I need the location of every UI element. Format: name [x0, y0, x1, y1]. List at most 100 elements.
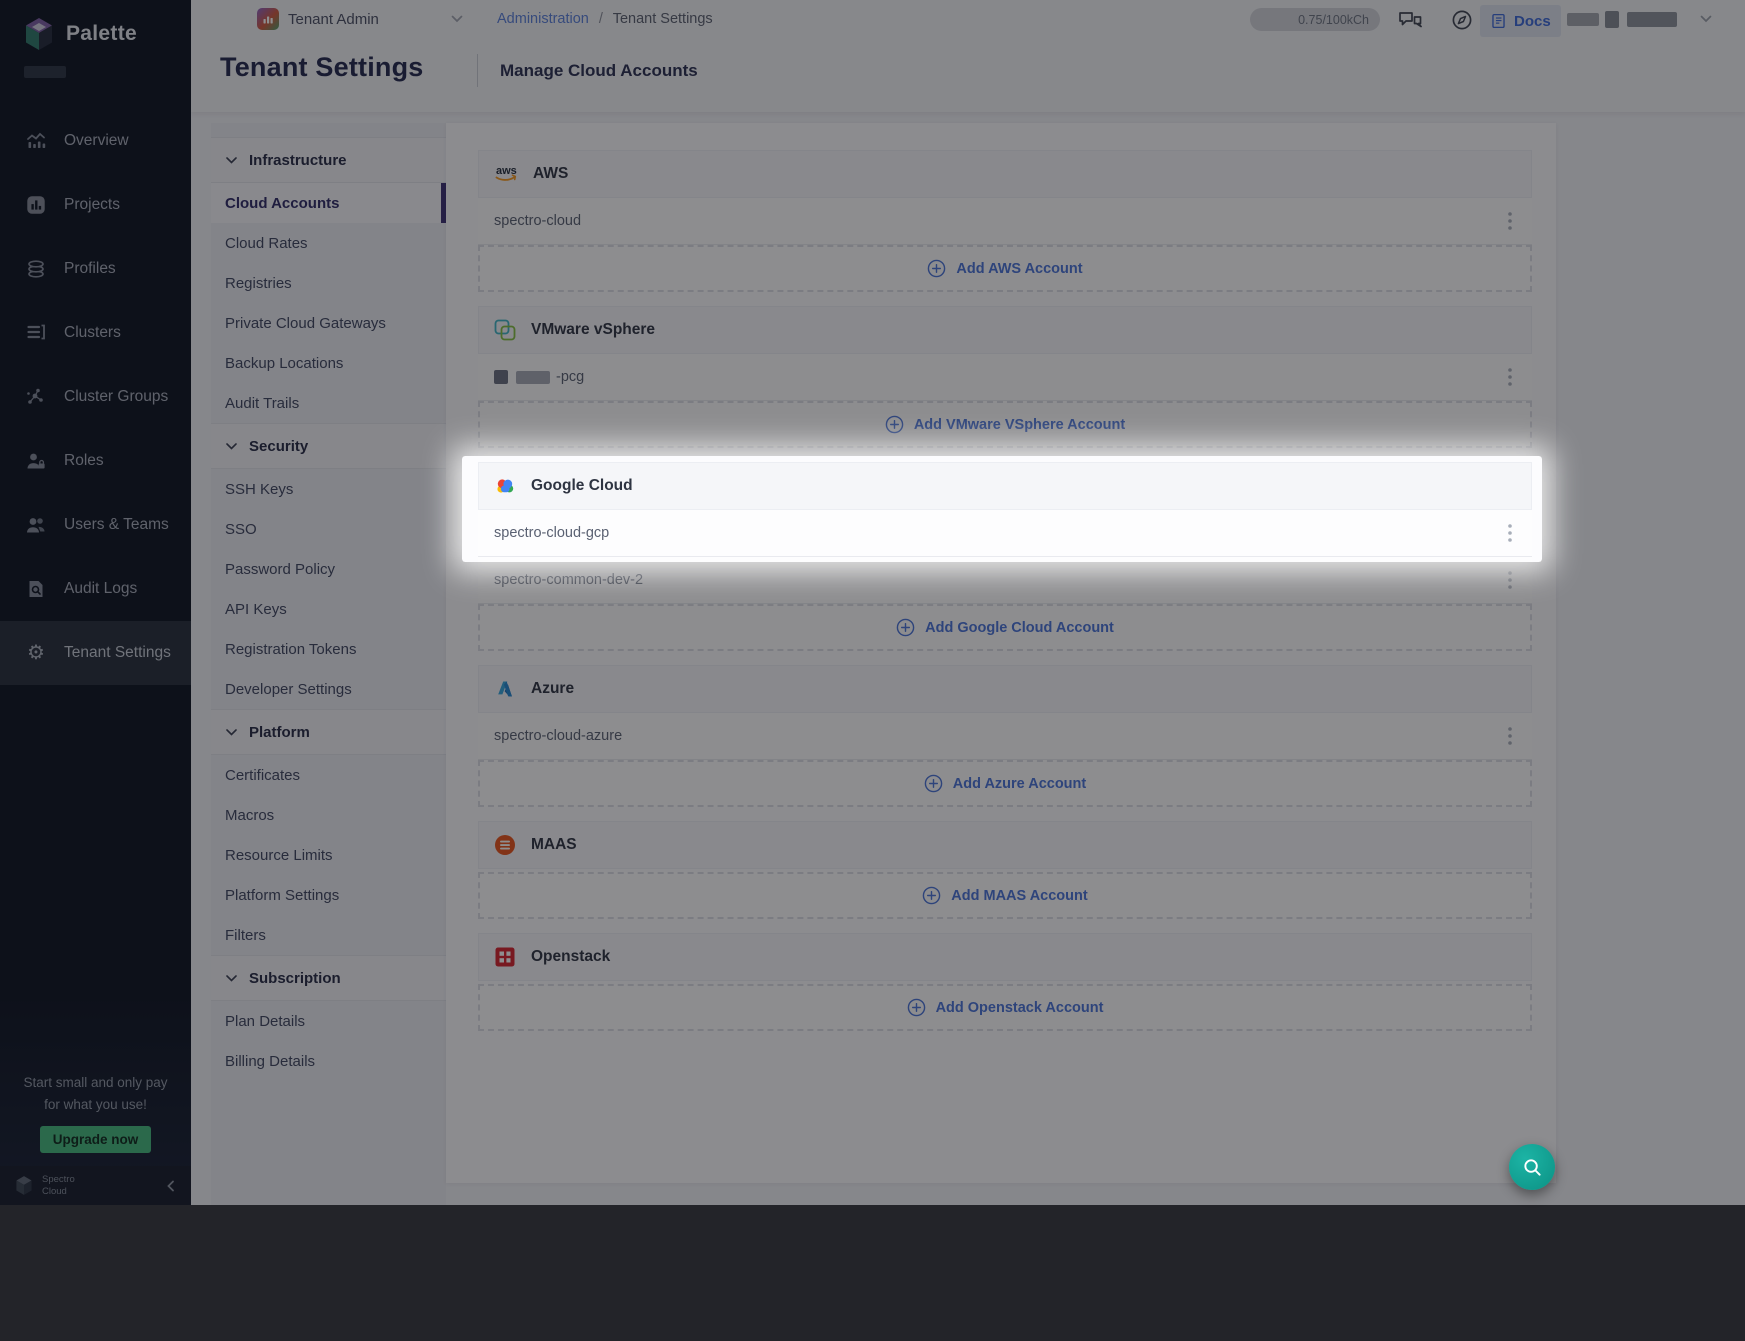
gear-icon: ⚙ — [24, 641, 48, 665]
account-row[interactable]: spectro-cloud — [478, 198, 1532, 245]
sidebar-item-overview[interactable]: Overview — [0, 109, 191, 173]
chevron-down-icon — [226, 729, 237, 736]
compass-icon[interactable] — [1450, 8, 1474, 32]
sidebar-item-tenant-settings[interactable]: ⚙ Tenant Settings — [0, 621, 191, 685]
nav-group-security[interactable]: Security — [211, 423, 446, 469]
breadcrumb-administration-link[interactable]: Administration — [497, 11, 589, 27]
settings-item-password-policy[interactable]: Password Policy — [211, 549, 446, 589]
sidebar-item-label: Audit Logs — [64, 580, 137, 598]
add-google-cloud-account-button[interactable]: Add Google Cloud Account — [478, 604, 1532, 651]
vsphere-icon — [493, 318, 517, 342]
settings-item-billing-details[interactable]: Billing Details — [211, 1041, 446, 1081]
section-google-cloud: Google Cloud spectro-cloud-gcp spectro-c… — [478, 462, 1532, 651]
settings-item-ssh-keys[interactable]: SSH Keys — [211, 469, 446, 509]
sidebar-item-audit-logs[interactable]: Audit Logs — [0, 557, 191, 621]
sidebar-item-cluster-groups[interactable]: Cluster Groups — [0, 365, 191, 429]
add-account-label: Add AWS Account — [956, 261, 1082, 277]
settings-item-registration-tokens[interactable]: Registration Tokens — [211, 629, 446, 669]
settings-item-resource-limits[interactable]: Resource Limits — [211, 835, 446, 875]
add-account-label: Add Openstack Account — [936, 1000, 1104, 1016]
add-account-label: Add VMware VSphere Account — [914, 417, 1125, 433]
sidebar-item-clusters[interactable]: Clusters — [0, 301, 191, 365]
nav-group-infrastructure[interactable]: Infrastructure — [211, 137, 446, 183]
nav-group-subscription[interactable]: Subscription — [211, 955, 446, 1001]
settings-item-plan-details[interactable]: Plan Details — [211, 1001, 446, 1041]
sidebar-item-users-teams[interactable]: Users & Teams — [0, 493, 191, 557]
add-vmware-account-button[interactable]: Add VMware VSphere Account — [478, 401, 1532, 448]
account-name: spectro-cloud-azure — [494, 728, 622, 744]
settings-item-api-keys[interactable]: API Keys — [211, 589, 446, 629]
plus-circle-icon — [896, 618, 915, 637]
page-header-divider — [477, 54, 478, 87]
docs-button[interactable]: Docs — [1480, 5, 1561, 37]
sidebar-item-projects[interactable]: Projects — [0, 173, 191, 237]
settings-item-registries[interactable]: Registries — [211, 263, 446, 303]
brand: Palette — [0, 0, 191, 52]
settings-item-cloud-accounts[interactable]: Cloud Accounts — [211, 183, 446, 223]
nav-group-platform[interactable]: Platform — [211, 709, 446, 755]
credits-usage-value: 0.75/100kCh — [1298, 13, 1369, 27]
redacted-block — [24, 66, 66, 78]
sidebar-item-roles[interactable]: Roles — [0, 429, 191, 493]
sidebar-item-label: Clusters — [64, 324, 121, 342]
settings-item-private-cloud-gateways[interactable]: Private Cloud Gateways — [211, 303, 446, 343]
account-name: -pcg — [556, 369, 584, 385]
chevron-down-icon[interactable] — [451, 15, 463, 23]
account-row[interactable]: spectro-common-dev-2 — [478, 557, 1532, 604]
users-teams-icon — [24, 513, 48, 537]
settings-item-cloud-rates[interactable]: Cloud Rates — [211, 223, 446, 263]
add-aws-account-button[interactable]: Add AWS Account — [478, 245, 1532, 292]
plus-circle-icon — [907, 998, 926, 1017]
palette-logo-icon — [22, 16, 56, 52]
section-vmware-vsphere: VMware vSphere -pcg Add VMware VSphere A… — [478, 306, 1532, 448]
sidebar-item-label: Tenant Settings — [64, 644, 171, 662]
section-title: VMware vSphere — [531, 321, 655, 339]
upgrade-now-button[interactable]: Upgrade now — [40, 1126, 152, 1153]
account-row[interactable]: spectro-cloud-azure — [478, 713, 1532, 760]
section-title: AWS — [533, 165, 568, 183]
settings-item-macros[interactable]: Macros — [211, 795, 446, 835]
sidebar-item-profiles[interactable]: Profiles — [0, 237, 191, 301]
settings-item-sso[interactable]: SSO — [211, 509, 446, 549]
sidebar-item-label: Roles — [64, 452, 104, 470]
settings-item-backup-locations[interactable]: Backup Locations — [211, 343, 446, 383]
sidebar-footer: Spectro Cloud — [0, 1166, 191, 1205]
page-subtitle: Manage Cloud Accounts — [500, 61, 698, 81]
settings-item-audit-trails[interactable]: Audit Trails — [211, 383, 446, 423]
kebab-menu-icon[interactable] — [1504, 520, 1516, 546]
maas-icon — [493, 833, 517, 857]
redacted-block — [516, 371, 550, 384]
azure-icon — [493, 677, 517, 701]
section-title: Openstack — [531, 948, 610, 966]
sidebar-item-label: Users & Teams — [64, 516, 169, 534]
kebab-menu-icon[interactable] — [1504, 723, 1516, 749]
redacted-user-block — [1627, 12, 1677, 27]
sidebar: Palette Overview Projects Profiles — [0, 0, 191, 1205]
add-maas-account-button[interactable]: Add MAAS Account — [478, 872, 1532, 919]
kebab-menu-icon[interactable] — [1504, 208, 1516, 234]
collapse-sidebar-icon[interactable] — [165, 1180, 177, 1192]
account-row-spotlighted[interactable]: spectro-cloud-gcp — [478, 510, 1532, 557]
search-fab-button[interactable] — [1509, 1144, 1555, 1190]
section-title: MAAS — [531, 836, 577, 854]
kebab-menu-icon[interactable] — [1504, 567, 1516, 593]
project-scope-selector[interactable]: Tenant Admin — [257, 8, 379, 30]
search-icon — [1522, 1157, 1543, 1178]
docs-button-label: Docs — [1514, 13, 1551, 30]
breadcrumb-separator: / — [599, 11, 603, 27]
profiles-icon — [24, 257, 48, 281]
kebab-menu-icon[interactable] — [1504, 364, 1516, 390]
redacted-user-block — [1567, 13, 1599, 26]
settings-item-filters[interactable]: Filters — [211, 915, 446, 955]
section-openstack-header: Openstack — [478, 933, 1532, 981]
sidebar-item-label: Profiles — [64, 260, 116, 278]
add-azure-account-button[interactable]: Add Azure Account — [478, 760, 1532, 807]
account-name: spectro-common-dev-2 — [494, 572, 643, 588]
add-openstack-account-button[interactable]: Add Openstack Account — [478, 984, 1532, 1031]
settings-item-developer-settings[interactable]: Developer Settings — [211, 669, 446, 709]
user-menu-chevron-down-icon[interactable] — [1700, 15, 1712, 23]
settings-item-certificates[interactable]: Certificates — [211, 755, 446, 795]
settings-item-platform-settings[interactable]: Platform Settings — [211, 875, 446, 915]
account-row[interactable]: -pcg — [478, 354, 1532, 401]
chat-icon[interactable] — [1397, 9, 1424, 33]
